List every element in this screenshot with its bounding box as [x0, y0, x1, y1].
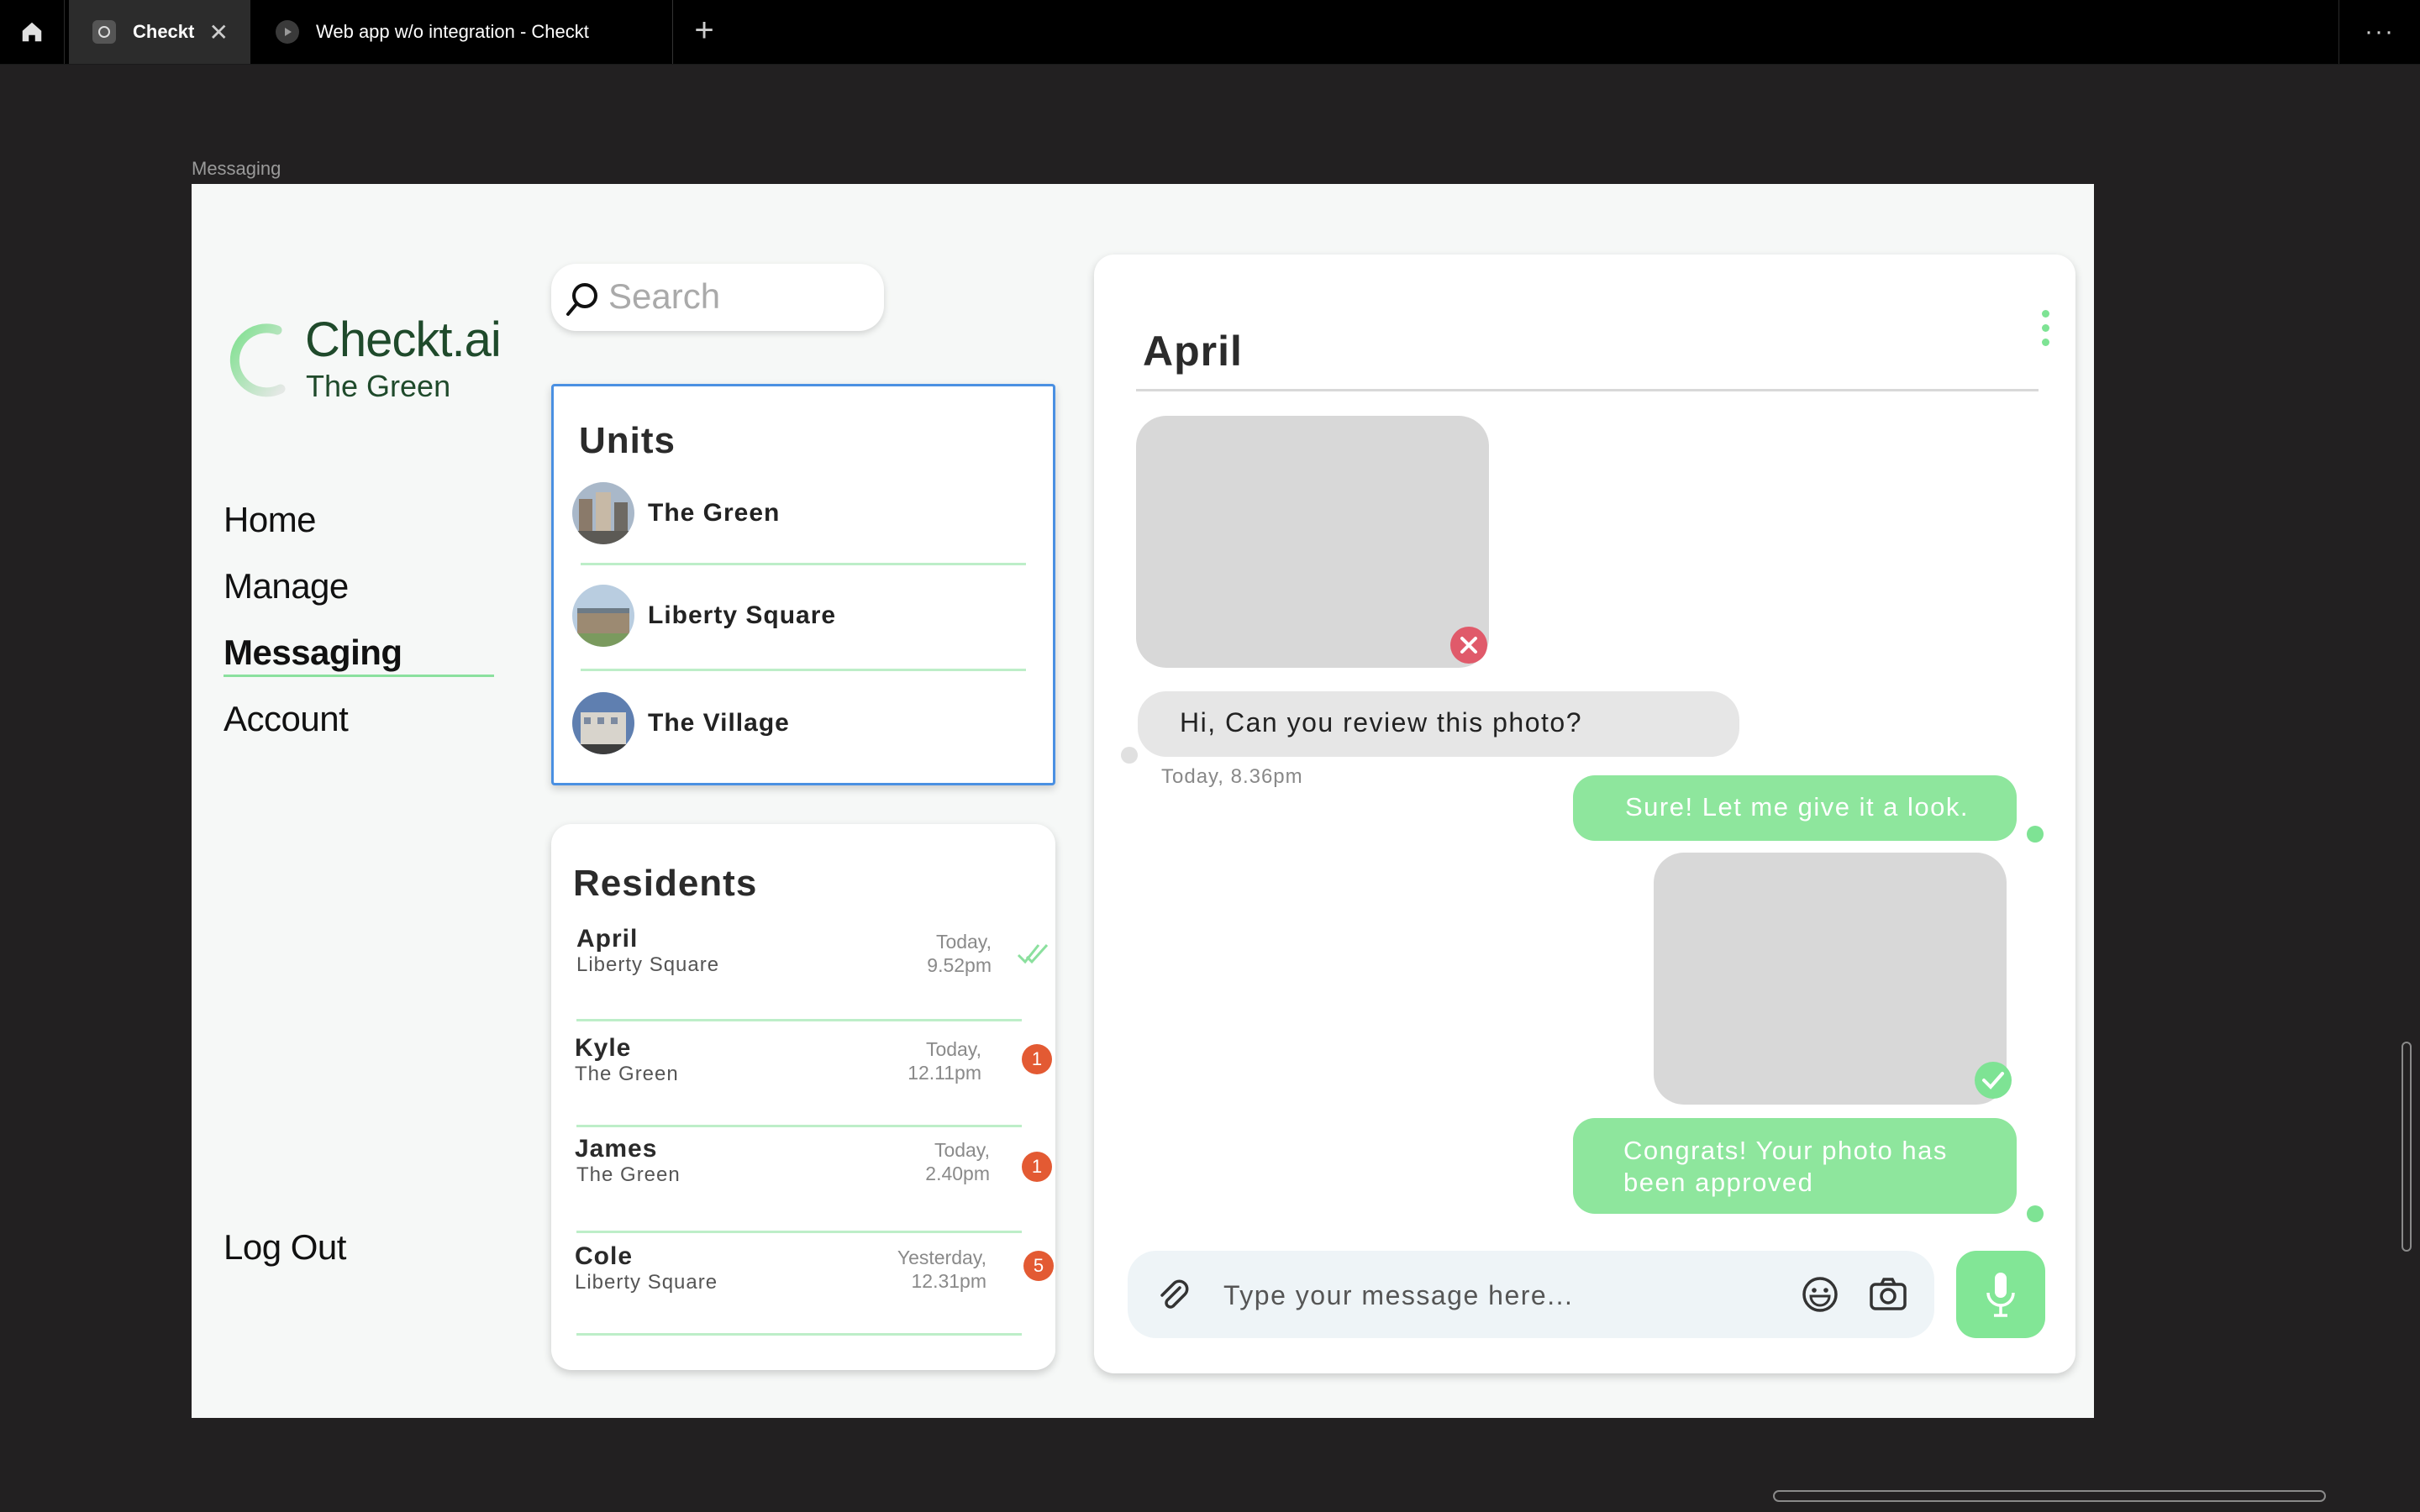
paperclip-icon[interactable]	[1155, 1276, 1192, 1313]
vertical-dots-icon[interactable]	[2042, 310, 2052, 353]
search-input[interactable]	[607, 270, 871, 323]
unit-name: The Green	[648, 499, 781, 527]
divider	[576, 1019, 1022, 1021]
unread-badge: 5	[1023, 1251, 1054, 1281]
nav-active-underline	[224, 675, 494, 677]
unit-name: The Village	[648, 709, 790, 737]
resident-name: April	[576, 925, 639, 953]
voice-record-button[interactable]	[1956, 1251, 2045, 1338]
resident-time: Yesterday, 12.31pm	[897, 1247, 986, 1292]
brand-property: The Green	[306, 369, 451, 403]
nav-home[interactable]: Home	[224, 500, 317, 540]
resident-name: James	[575, 1135, 658, 1163]
checkt-favicon-icon	[92, 20, 116, 44]
search-bar[interactable]	[551, 264, 884, 331]
resident-name: Cole	[575, 1242, 634, 1270]
resident-unit: Liberty Square	[575, 1271, 718, 1294]
resident-time: Today, 2.40pm	[925, 1139, 990, 1184]
divider	[581, 669, 1026, 671]
more-options-button[interactable]: ···	[2338, 0, 2420, 64]
divider	[576, 1231, 1022, 1233]
nav-account[interactable]: Account	[224, 699, 349, 739]
resident-item-james[interactable]: James The Green Today, 2.40pm 1	[551, 1135, 1055, 1215]
outgoing-photo[interactable]	[1654, 853, 2007, 1105]
unread-badge: 1	[1022, 1044, 1052, 1074]
resident-time: Today, 12.11pm	[908, 1038, 981, 1084]
unit-item-the-green[interactable]: The Green	[572, 482, 1026, 549]
unit-item-the-village[interactable]: The Village	[572, 692, 1026, 759]
chat-panel: April Hi, Can you review this photo? Tod…	[1094, 255, 2075, 1373]
unit-item-liberty-square[interactable]: Liberty Square	[572, 585, 1026, 652]
incoming-message-bubble: Hi, Can you review this photo?	[1138, 691, 1739, 757]
resident-unit: Liberty Square	[576, 953, 720, 976]
resident-item-april[interactable]: April Liberty Square Today, 9.52pm	[551, 925, 1055, 1005]
new-tab-button[interactable]: +	[687, 12, 721, 50]
outgoing-tail-dot	[2027, 826, 2044, 843]
close-icon[interactable]: ✕	[209, 18, 229, 46]
nav-messaging[interactable]: Messaging	[224, 633, 402, 673]
approved-check-icon	[1975, 1062, 2012, 1099]
play-icon	[276, 20, 299, 44]
tab-web-app[interactable]: Web app w/o integration - Checkt	[252, 0, 673, 64]
logout-button[interactable]: Log Out	[224, 1227, 346, 1268]
divider	[581, 563, 1026, 565]
tab-title: Web app w/o integration - Checkt	[316, 21, 589, 42]
home-icon	[22, 22, 42, 42]
nav-manage[interactable]: Manage	[224, 566, 349, 606]
incoming-photo[interactable]	[1136, 416, 1489, 668]
chat-contact-name: April	[1143, 328, 1243, 375]
resident-time: Today, 9.52pm	[927, 931, 992, 976]
units-card: Units The Green Liberty Square The Villa…	[551, 384, 1055, 785]
unread-badge: 1	[1022, 1152, 1052, 1182]
double-check-icon	[1017, 943, 1049, 964]
frame-label: Messaging	[192, 158, 281, 179]
smiley-icon[interactable]	[1802, 1276, 1839, 1313]
checkt-logo-icon	[229, 323, 286, 397]
browser-tab-bar: Checkt ✕ Web app w/o integration - Check…	[0, 0, 2420, 65]
microphone-icon	[1986, 1273, 2015, 1317]
resident-name: Kyle	[575, 1034, 632, 1062]
resident-unit: The Green	[575, 1063, 679, 1085]
search-icon	[566, 283, 597, 316]
residents-title: Residents	[573, 863, 758, 904]
divider	[576, 1125, 1022, 1127]
outgoing-tail-dot	[2027, 1205, 2044, 1222]
unit-photo	[572, 482, 634, 544]
chat-header-divider	[1136, 389, 2039, 391]
residents-card: Residents April Liberty Square Today, 9.…	[551, 824, 1055, 1370]
brand-name: Checkt.ai	[305, 312, 502, 367]
message-input[interactable]	[1222, 1269, 1813, 1321]
horizontal-scrollbar[interactable]	[1773, 1490, 2326, 1502]
tab-checkt[interactable]: Checkt ✕	[69, 0, 250, 64]
tab-title: Checkt	[133, 21, 195, 42]
app-frame: Checkt.ai The Green Home Manage Messagin…	[192, 184, 2094, 1418]
divider	[576, 1333, 1022, 1336]
rejected-x-icon	[1450, 627, 1487, 664]
resident-unit: The Green	[576, 1163, 681, 1186]
units-title: Units	[579, 420, 676, 461]
resident-item-cole[interactable]: Cole Liberty Square Yesterday, 12.31pm 5	[551, 1242, 1055, 1323]
incoming-tail-dot	[1121, 747, 1138, 764]
home-button[interactable]	[0, 0, 65, 64]
unit-name: Liberty Square	[648, 601, 837, 629]
vertical-scrollbar[interactable]	[2402, 1042, 2412, 1252]
outgoing-message-bubble: Sure! Let me give it a look.	[1573, 775, 2017, 841]
unit-photo	[572, 585, 634, 647]
camera-icon[interactable]	[1869, 1276, 1907, 1313]
message-composer	[1128, 1251, 1934, 1338]
resident-item-kyle[interactable]: Kyle The Green Today, 12.11pm 1	[551, 1034, 1055, 1115]
unit-photo	[572, 692, 634, 754]
message-timestamp: Today, 8.36pm	[1161, 765, 1303, 788]
outgoing-message-bubble: Congrats! Your photo has been approved	[1573, 1118, 2017, 1214]
